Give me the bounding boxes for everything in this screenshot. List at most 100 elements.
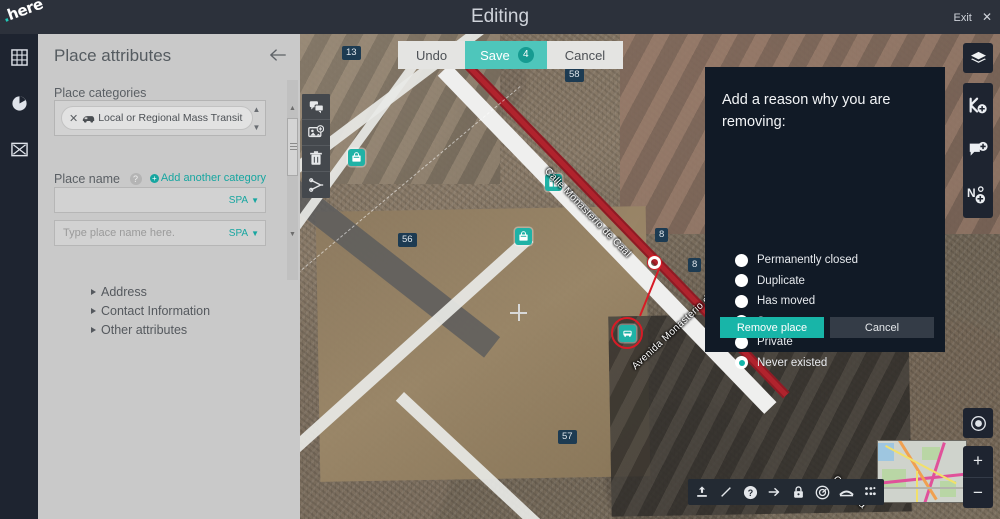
- dialog-cancel-button[interactable]: Cancel: [830, 317, 934, 338]
- reason-option-has-moved[interactable]: Has moved: [735, 291, 858, 312]
- scroll-up-icon[interactable]: ▲: [288, 104, 297, 113]
- map-tool-add-photo[interactable]: [302, 120, 330, 146]
- map-layers-button[interactable]: [963, 43, 993, 73]
- place-name-input-primary[interactable]: SPA ▼: [54, 187, 266, 213]
- add-another-category-button[interactable]: + Add another category: [149, 172, 266, 184]
- reason-option-duplicate[interactable]: Duplicate: [735, 271, 858, 292]
- comments-icon: [309, 101, 324, 114]
- map-tool-comments[interactable]: [302, 94, 330, 120]
- map-edit-toolbar[interactable]: [302, 94, 330, 198]
- question-icon[interactable]: ?: [129, 173, 142, 185]
- house-number-tag: 58: [565, 68, 584, 82]
- bottom-tool-help[interactable]: ?: [738, 480, 762, 504]
- right-tool-add-address[interactable]: N: [963, 173, 993, 218]
- category-chip[interactable]: ✕ Local or Regional Mass Transit: [61, 106, 254, 130]
- radio-icon[interactable]: [735, 294, 748, 308]
- right-tool-add-place[interactable]: [963, 128, 993, 173]
- reason-option-never-existed[interactable]: Never existed: [735, 353, 858, 374]
- accordion-other-attributes[interactable]: Other attributes: [91, 323, 187, 337]
- exit-button[interactable]: Exit ✕: [954, 0, 992, 34]
- reason-option-label: Duplicate: [757, 274, 805, 287]
- bottom-tool-upload[interactable]: [690, 480, 714, 504]
- remove-reason-dialog: Add a reason why you are removing: Perma…: [705, 67, 945, 370]
- map-bottom-toolbar[interactable]: ?: [688, 479, 884, 505]
- poi-marker-shop-1[interactable]: [348, 149, 365, 166]
- lock-icon: [793, 486, 803, 498]
- trash-icon: [310, 151, 322, 165]
- app-title: Editing: [470, 6, 530, 27]
- road-node-marker[interactable]: [648, 256, 661, 269]
- grid-4-icon: [865, 487, 876, 496]
- radio-icon[interactable]: [735, 274, 748, 288]
- bottom-tool-bridge[interactable]: [834, 480, 858, 504]
- grid-icon: [10, 48, 28, 66]
- scrollbar-grip: [290, 143, 297, 144]
- accordion-address[interactable]: Address: [91, 285, 147, 299]
- bottom-tool-measure[interactable]: [714, 480, 738, 504]
- global-left-rail[interactable]: [0, 34, 38, 519]
- save-button[interactable]: Save 4: [465, 41, 547, 69]
- sidebar-item-statistics[interactable]: [0, 80, 38, 126]
- scrollbar-thumb[interactable]: [287, 118, 298, 176]
- reason-radio-group[interactable]: Permanently closed Duplicate Has moved S…: [735, 250, 858, 373]
- accordion-address-label: Address: [101, 285, 147, 299]
- application-root: 13 58 56 8 8 57 Calle Monasterio de Caal…: [0, 0, 1000, 519]
- reason-option-label: Private: [757, 336, 793, 349]
- zoom-controls[interactable]: + −: [963, 446, 993, 508]
- help-icon: ?: [743, 485, 757, 499]
- place-name-input-secondary[interactable]: Type place name here. SPA ▼: [54, 220, 266, 246]
- sidebar-item-grid[interactable]: [0, 34, 38, 80]
- place-name-label: Place name ?: [54, 172, 142, 186]
- sidebar-item-map-edit[interactable]: [0, 126, 38, 172]
- cancel-button[interactable]: Cancel: [546, 41, 624, 69]
- language-code[interactable]: SPA: [229, 195, 248, 206]
- dialog-title: Add a reason why you are removing:: [722, 92, 891, 130]
- accordion-contact-information-label: Contact Information: [101, 304, 211, 318]
- bottom-tool-roundabout[interactable]: [810, 480, 834, 504]
- category-chip-label: Local or Regional Mass Transit: [98, 112, 243, 124]
- overview-minimap[interactable]: [877, 440, 967, 503]
- undo-button[interactable]: Undo: [398, 41, 466, 69]
- radio-icon-selected[interactable]: [735, 356, 748, 370]
- right-tool-add-road[interactable]: [963, 83, 993, 128]
- poi-marker-shop-2[interactable]: [515, 228, 532, 245]
- chevron-down-icon[interactable]: ▼: [251, 229, 259, 238]
- map-add-toolbar[interactable]: N: [963, 83, 993, 218]
- bottom-tool-lock[interactable]: [786, 480, 810, 504]
- locate-me-button[interactable]: [963, 408, 993, 438]
- chevron-down-icon[interactable]: ▼: [253, 123, 261, 132]
- arrow-right-icon: [768, 487, 779, 497]
- map-tool-delete[interactable]: [302, 146, 330, 172]
- zoom-in-button[interactable]: +: [963, 446, 993, 478]
- close-icon[interactable]: ✕: [69, 112, 78, 125]
- house-number-tag: 13: [342, 46, 361, 60]
- bottom-tool-direction[interactable]: [762, 480, 786, 504]
- accordion-contact-information[interactable]: Contact Information: [91, 304, 210, 318]
- sidebar-scrollbar[interactable]: ▲ ▼: [287, 80, 298, 280]
- add-address-icon: N: [967, 185, 986, 204]
- reason-option-label: Has moved: [757, 295, 816, 308]
- reason-option-permanently-closed[interactable]: Permanently closed: [735, 250, 858, 271]
- chevron-right-icon: [91, 327, 96, 333]
- category-spinner[interactable]: ▲ ▼: [249, 102, 264, 135]
- layers-icon: [970, 51, 986, 63]
- map-tool-split[interactable]: [302, 172, 330, 198]
- remove-place-button[interactable]: Remove place: [720, 317, 824, 338]
- zoom-out-button[interactable]: −: [963, 478, 993, 509]
- place-name-input-secondary-placeholder: Type place name here.: [63, 227, 175, 239]
- bottom-tool-grid[interactable]: [858, 480, 882, 504]
- place-categories-box[interactable]: ✕ Local or Regional Mass Transit ▲ ▼: [54, 100, 266, 136]
- edit-action-bar[interactable]: Undo Save 4 Cancel: [398, 41, 624, 69]
- chevron-up-icon[interactable]: ▲: [253, 105, 261, 114]
- radio-icon[interactable]: [735, 253, 748, 267]
- minimap-road-grey: [878, 487, 966, 489]
- scroll-down-icon[interactable]: ▼: [288, 230, 297, 239]
- language-code[interactable]: SPA: [229, 228, 248, 239]
- save-count-badge: 4: [517, 47, 534, 63]
- panel-collapse-button[interactable]: [268, 48, 288, 68]
- close-icon[interactable]: ✕: [982, 10, 992, 24]
- bus-icon: [82, 113, 95, 124]
- chevron-down-icon[interactable]: ▼: [251, 196, 259, 205]
- place-categories-label: Place categories: [54, 86, 147, 100]
- poi-marker-selected-transit[interactable]: [619, 325, 636, 342]
